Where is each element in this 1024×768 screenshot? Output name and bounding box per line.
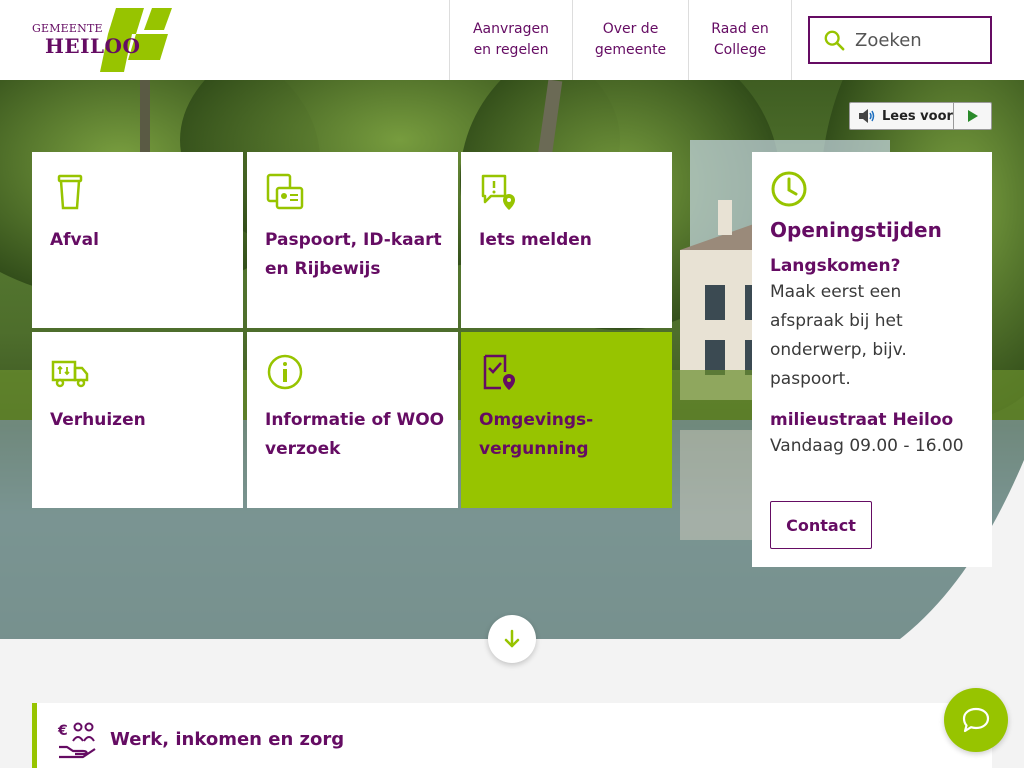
id-documents-icon — [266, 173, 304, 210]
opening-hours-text: Maak eerst een afspraak bij het onderwer… — [770, 282, 907, 389]
readspeaker-label: Lees voor — [882, 108, 953, 124]
section-title: Werk, inkomen en zorg — [110, 729, 345, 750]
chat-bubble-icon — [962, 707, 990, 733]
tile-verhuizen[interactable]: Verhuizen — [32, 332, 243, 508]
chat-button[interactable] — [944, 688, 1008, 752]
nav-over-de-gemeente[interactable]: Over de gemeente — [572, 0, 688, 80]
tile-label: Afval — [50, 230, 99, 250]
tile-paspoort-id-rijbewijs[interactable]: Paspoort, ID-kaart en Rijbewijs — [247, 152, 458, 328]
gemeente-heiloo-logo[interactable]: GEMEENTE HEILOO — [32, 8, 172, 72]
search-input[interactable] — [855, 29, 985, 51]
opening-hours-location: milieustraat Heiloo — [770, 410, 954, 430]
logo-text-main: HEILOO — [45, 34, 141, 58]
readspeaker-widget[interactable]: Lees voor — [849, 102, 992, 130]
tile-label: Omgevings- vergunning — [479, 410, 594, 459]
moving-truck-icon — [51, 360, 89, 388]
play-button[interactable] — [953, 103, 991, 129]
euro-people-hand-icon: € — [57, 722, 96, 759]
tile-afval[interactable]: Afval — [32, 152, 243, 328]
site-header: GEMEENTE HEILOO Aanvragen en regelen Ove… — [0, 0, 1024, 80]
arrow-down-icon — [504, 629, 520, 648]
trash-bin-icon — [57, 174, 83, 210]
tile-label: Verhuizen — [50, 410, 146, 430]
contact-button[interactable]: Contact — [770, 501, 872, 549]
opening-hours-title: Openingstijden — [770, 218, 942, 242]
play-icon — [967, 110, 978, 122]
tile-omgevingsvergunning[interactable]: Omgevings- vergunning — [461, 332, 672, 508]
opening-hours-panel: Openingstijden Langskomen? Maak eerst ee… — [752, 152, 992, 567]
tile-informatie-woo-verzoek[interactable]: Informatie of WOO verzoek — [247, 332, 458, 508]
clock-icon — [771, 171, 807, 207]
tile-label: Informatie of WOO verzoek — [265, 410, 445, 459]
opening-hours-subtitle: Langskomen? — [770, 256, 901, 276]
nav-raad-en-college[interactable]: Raad en College — [688, 0, 792, 80]
speaker-icon — [859, 109, 875, 123]
tile-label: Paspoort, ID-kaart en Rijbewijs — [265, 230, 442, 279]
opening-hours-time: Vandaag 09.00 - 16.00 — [770, 436, 964, 456]
search-icon[interactable] — [823, 29, 845, 51]
svg-text:€: € — [57, 723, 68, 739]
report-location-icon — [481, 174, 515, 210]
tile-label: Iets melden — [479, 230, 592, 250]
scroll-down-button[interactable] — [488, 615, 536, 663]
info-icon — [267, 354, 303, 390]
tile-iets-melden[interactable]: Iets melden — [461, 152, 672, 328]
permit-location-icon — [483, 354, 515, 390]
section-werk-inkomen-zorg[interactable]: € Werk, inkomen en zorg — [32, 703, 992, 768]
nav-aanvragen-en-regelen[interactable]: Aanvragen en regelen — [449, 0, 572, 80]
search-box — [808, 16, 992, 64]
